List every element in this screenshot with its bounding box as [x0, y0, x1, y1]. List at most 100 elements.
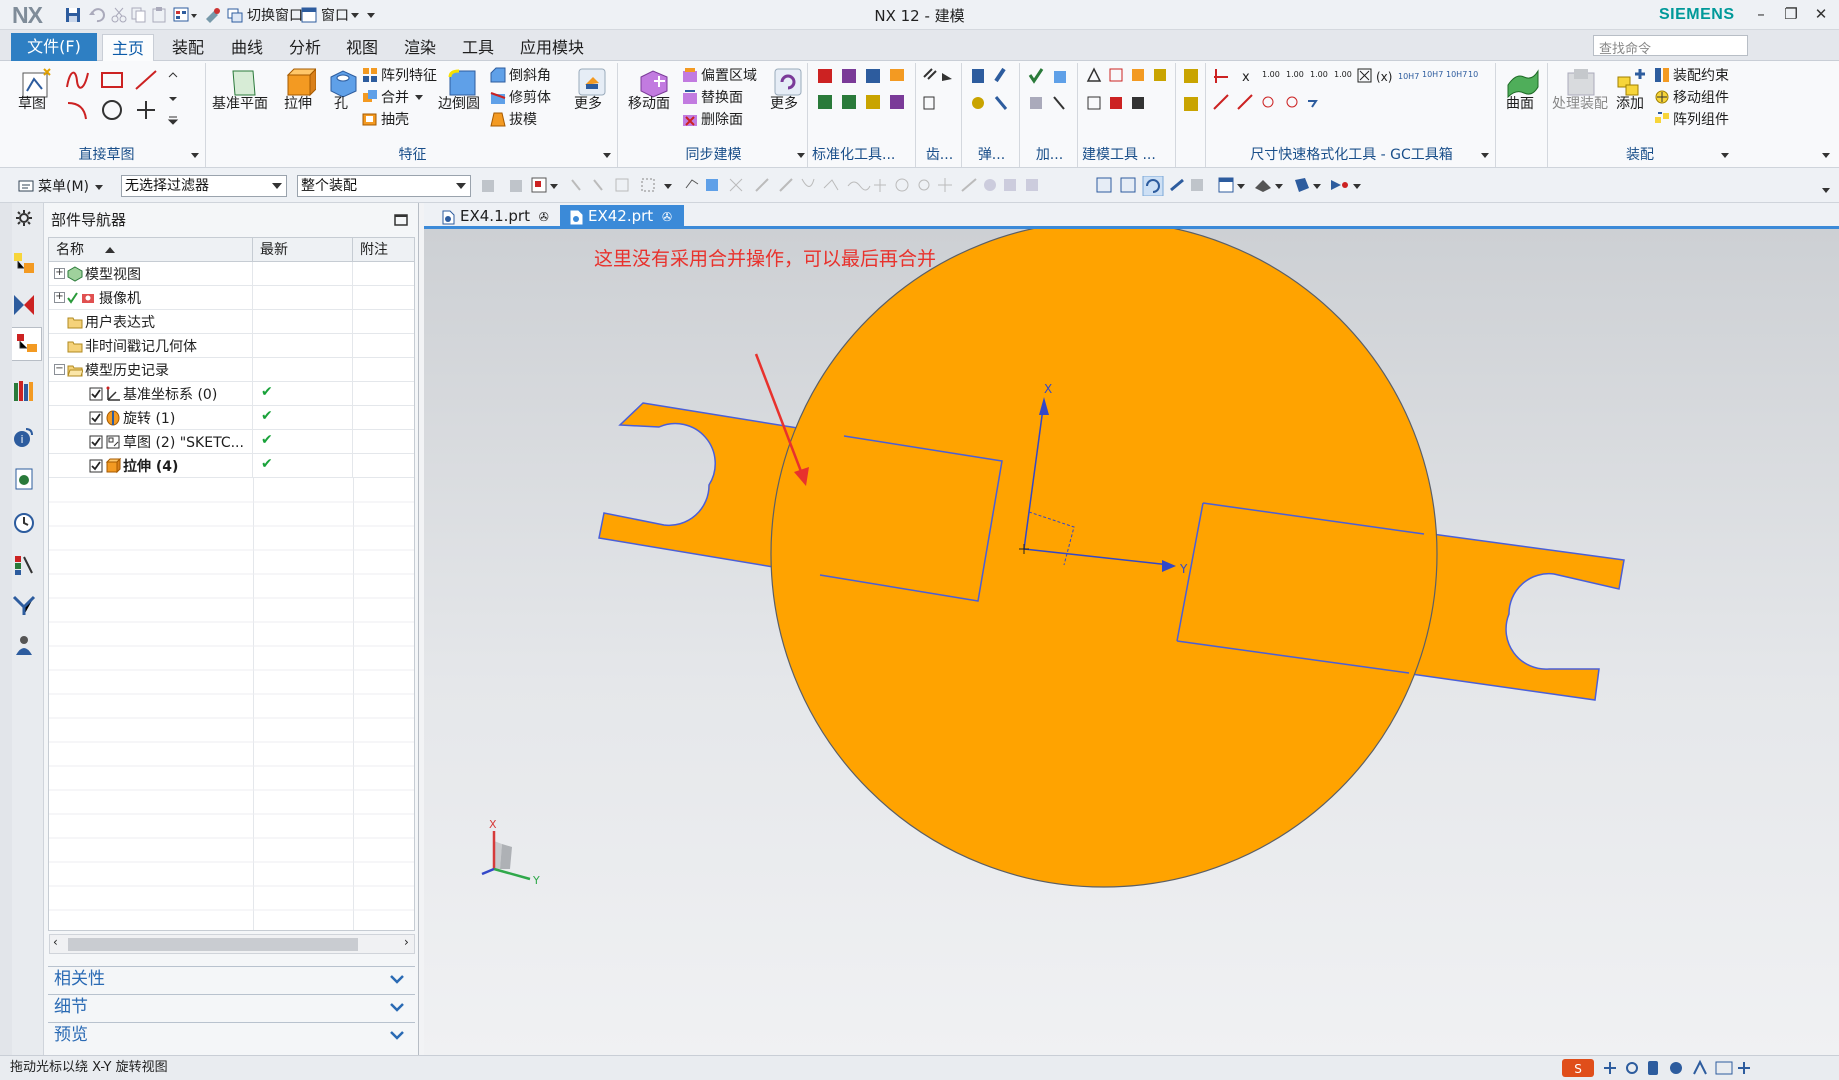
close-button[interactable]: ✕ — [1808, 3, 1834, 25]
gear-tools-icons[interactable] — [922, 67, 960, 129]
datum-plane-button[interactable]: 基准平面 — [212, 65, 276, 135]
restore-button[interactable]: ❐ — [1778, 3, 1804, 25]
trim-body-button[interactable]: 修剪体 — [490, 87, 560, 107]
selection-filter-dropdown[interactable]: 无选择过滤器 — [121, 175, 287, 197]
ime-tray-icons[interactable]: S — [1560, 1058, 1830, 1078]
web-browser-icon[interactable]: i — [12, 425, 36, 449]
command-search-input[interactable]: 查找命令 — [1593, 35, 1748, 57]
spring-tools-icons[interactable] — [970, 67, 1014, 129]
chevron-down-icon[interactable] — [1480, 151, 1490, 159]
part-navigator-tab[interactable] — [10, 327, 42, 361]
view-tools-icons[interactable] — [1095, 176, 1375, 196]
tab-curve[interactable]: 曲线 — [222, 34, 272, 61]
assembly-navigator-icon[interactable] — [12, 251, 36, 275]
arc-icon[interactable] — [64, 97, 92, 123]
settings-gear-icon[interactable] — [15, 209, 33, 227]
scroll-right-icon[interactable]: › — [404, 935, 409, 949]
file-menu[interactable]: 文件(F) — [11, 33, 97, 61]
chevron-down-icon[interactable] — [190, 151, 200, 159]
doc-tab-ex41[interactable]: EX4.1.prt ✇ — [432, 205, 558, 229]
sketch-button[interactable]: 草图 — [14, 65, 58, 135]
tab-home[interactable]: 主页 — [102, 34, 155, 61]
roles-icon[interactable] — [12, 633, 36, 657]
history-clock-icon[interactable] — [12, 511, 36, 535]
process-studio-icon[interactable] — [12, 593, 36, 617]
history-palette-icon[interactable] — [12, 467, 36, 491]
rectangle-icon[interactable] — [98, 67, 126, 93]
shell-button[interactable]: 抽壳 — [362, 109, 438, 129]
pattern-feature-button[interactable]: 阵列特征 — [362, 65, 438, 85]
tree-row-timeless-geometry[interactable]: 非时间戳记几何体 — [49, 334, 414, 358]
surface-button[interactable]: 曲面 — [1502, 65, 1544, 135]
panel-dependencies[interactable]: 相关性 — [48, 966, 415, 992]
chevron-down-icon[interactable] — [796, 151, 806, 159]
tab-applications[interactable]: 应用模块 — [511, 34, 593, 61]
customize-icon[interactable] — [204, 4, 222, 26]
save-icon[interactable] — [64, 4, 82, 26]
edge-blend-button[interactable]: 边倒圆 — [438, 65, 484, 135]
move-component-button[interactable]: 移动组件 — [1654, 87, 1730, 107]
feature-more-button[interactable]: 更多 — [572, 65, 612, 135]
checkbox-checked-icon[interactable] — [89, 435, 103, 449]
chevron-down-icon[interactable] — [602, 151, 612, 159]
scroll-left-icon[interactable]: ‹ — [53, 935, 58, 949]
tree-row-model-views[interactable]: + 模型视图 — [49, 262, 414, 286]
paste-icon[interactable] — [150, 4, 168, 26]
tab-tools[interactable]: 工具 — [453, 34, 503, 61]
copy-icon[interactable] — [130, 4, 148, 26]
tree-row-model-history[interactable]: − 模型历史记录 — [49, 358, 414, 382]
column-header-name[interactable]: 名称 — [49, 238, 253, 262]
expand-icon[interactable]: + — [54, 268, 65, 279]
add-component-button[interactable]: 添加 — [1614, 65, 1650, 135]
replace-face-button[interactable]: 替换面 — [682, 87, 768, 107]
panel-preview[interactable]: 预览 — [48, 1022, 415, 1048]
scroll-thumb[interactable] — [68, 938, 358, 951]
standard-tools-icons[interactable] — [816, 67, 912, 129]
delete-face-button[interactable]: 删除面 — [682, 109, 768, 129]
reuse-library-icon[interactable] — [12, 379, 36, 403]
line-icon[interactable] — [132, 67, 160, 93]
window-layout-icon[interactable] — [172, 4, 198, 26]
selection-scope-dropdown[interactable]: 整个装配 — [297, 175, 471, 197]
doc-tab-ex42[interactable]: EX42.prt ✇ ✕ — [560, 205, 684, 248]
switch-window-button[interactable]: 切换窗口 — [226, 4, 303, 26]
extrude-button[interactable]: 拉伸 — [280, 65, 320, 135]
extra-tools-icons[interactable] — [1182, 67, 1202, 129]
chamfer-button[interactable]: 倒斜角 — [490, 65, 560, 85]
checkbox-checked-icon[interactable] — [89, 459, 103, 473]
sync-more-button[interactable]: 更多 — [770, 65, 806, 135]
toolbar-overflow-icon[interactable] — [1821, 186, 1831, 194]
tab-view[interactable]: 视图 — [337, 34, 387, 61]
model-canvas[interactable]: X Y 这里没有采用合并操作，可以最后再合并 X Y — [424, 229, 1839, 1055]
checkbox-checked-icon[interactable] — [89, 387, 103, 401]
column-header-notes[interactable]: 附注 — [353, 238, 414, 262]
circle-icon[interactable] — [98, 97, 126, 123]
spline-icon[interactable] — [64, 67, 92, 93]
tree-row-extrude[interactable]: 拉伸 (4) ✔ — [49, 454, 414, 478]
minimize-button[interactable]: – — [1748, 3, 1774, 25]
collapse-icon[interactable]: − — [54, 364, 65, 375]
cut-icon[interactable] — [110, 4, 128, 26]
tree-row-revolve[interactable]: 旋转 (1) ✔ — [49, 406, 414, 430]
modeling-tools-icons[interactable] — [1086, 67, 1172, 129]
assembly-constraint-button[interactable]: 装配约束 — [1654, 65, 1730, 85]
graphics-window[interactable]: X Y 这里没有采用合并操作，可以最后再合并 X Y — [424, 229, 1839, 1055]
point-icon[interactable] — [132, 97, 160, 123]
tab-assembly[interactable]: 装配 — [163, 34, 213, 61]
constraint-navigator-icon[interactable] — [12, 293, 36, 317]
undo-icon[interactable] — [88, 4, 106, 26]
expand-icon[interactable]: + — [54, 292, 65, 303]
tab-analysis[interactable]: 分析 — [280, 34, 330, 61]
chevron-down-icon[interactable] — [1720, 151, 1730, 159]
tree-row-cameras[interactable]: + 摄像机 — [49, 286, 414, 310]
offset-region-button[interactable]: 偏置区域 — [682, 65, 768, 85]
ribbon-expand-icon[interactable] — [1821, 151, 1831, 159]
unite-button[interactable]: 合并 — [362, 87, 438, 107]
panel-details[interactable]: 细节 — [48, 994, 415, 1020]
tree-row-datum-csys[interactable]: 基准坐标系 (0) ✔ — [49, 382, 414, 406]
add-tools-icons[interactable] — [1028, 67, 1072, 129]
hole-button[interactable]: 孔 — [324, 65, 360, 135]
chevron-down-icon[interactable] — [365, 10, 377, 20]
window-menu-button[interactable]: 窗口 — [300, 4, 377, 26]
column-header-latest[interactable]: 最新 — [253, 238, 353, 262]
